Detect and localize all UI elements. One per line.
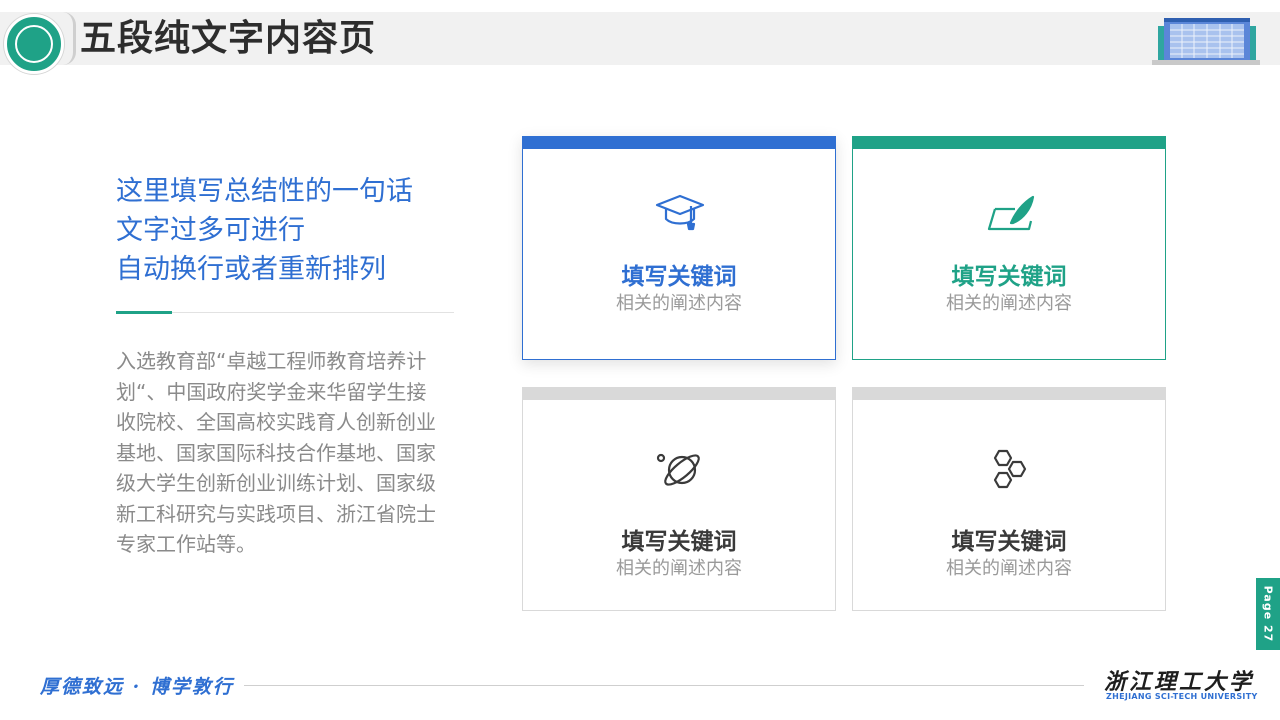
summary-line: 这里填写总结性的一句话 <box>116 176 413 207</box>
card-keyword: 填写关键词 <box>621 264 737 290</box>
card-description: 相关的阐述内容 <box>616 293 742 314</box>
footer-line <box>244 685 1084 686</box>
card-keyword: 填写关键词 <box>951 264 1067 290</box>
planet-icon <box>656 453 700 486</box>
page-title: 五段纯文字内容页 <box>80 18 377 59</box>
card-top-bar <box>853 388 1165 400</box>
page-number-tab: Page 27 <box>1256 578 1280 650</box>
university-logo <box>4 14 64 74</box>
page-number: Page 27 <box>1261 585 1275 643</box>
keyword-card-2: 填写关键词 相关的阐述内容 <box>852 136 1166 360</box>
summary-line: 文字过多可进行 <box>116 215 305 246</box>
card-description: 相关的阐述内容 <box>616 558 742 579</box>
graduation-cap-icon <box>655 194 705 231</box>
logo-arc-decoration <box>63 12 76 65</box>
hexagons-icon <box>993 449 1027 489</box>
body-paragraph: 入选教育部“卓越工程师教育培养计划“、中国政府奖学金来华留学生接收院校、全国高校… <box>116 349 436 556</box>
logo-inner-ring <box>15 25 53 63</box>
card-top-bar <box>853 137 1165 149</box>
card-keyword: 填写关键词 <box>621 529 737 555</box>
keyword-card-3: 填写关键词 相关的阐述内容 <box>522 387 836 611</box>
divider-accent <box>116 311 172 314</box>
school-motto: 厚德致远 · 博学敦行 <box>40 676 234 698</box>
card-description: 相关的阐述内容 <box>946 558 1072 579</box>
summary-line: 自动换行或者重新排列 <box>116 254 386 285</box>
feather-pen-icon <box>987 195 1035 231</box>
card-description: 相关的阐述内容 <box>946 293 1072 314</box>
card-top-bar <box>523 388 835 400</box>
card-top-bar <box>523 137 835 149</box>
keyword-card-4: 填写关键词 相关的阐述内容 <box>852 387 1166 611</box>
card-keyword: 填写关键词 <box>951 529 1067 555</box>
building-icon <box>1152 18 1260 65</box>
keyword-card-1: 填写关键词 相关的阐述内容 <box>522 136 836 360</box>
summary-text: 这里填写总结性的一句话 文字过多可进行 自动换行或者重新排列 <box>116 172 456 289</box>
university-name-en: ZHEJIANG SCI-TECH UNIVERSITY <box>1106 692 1258 701</box>
